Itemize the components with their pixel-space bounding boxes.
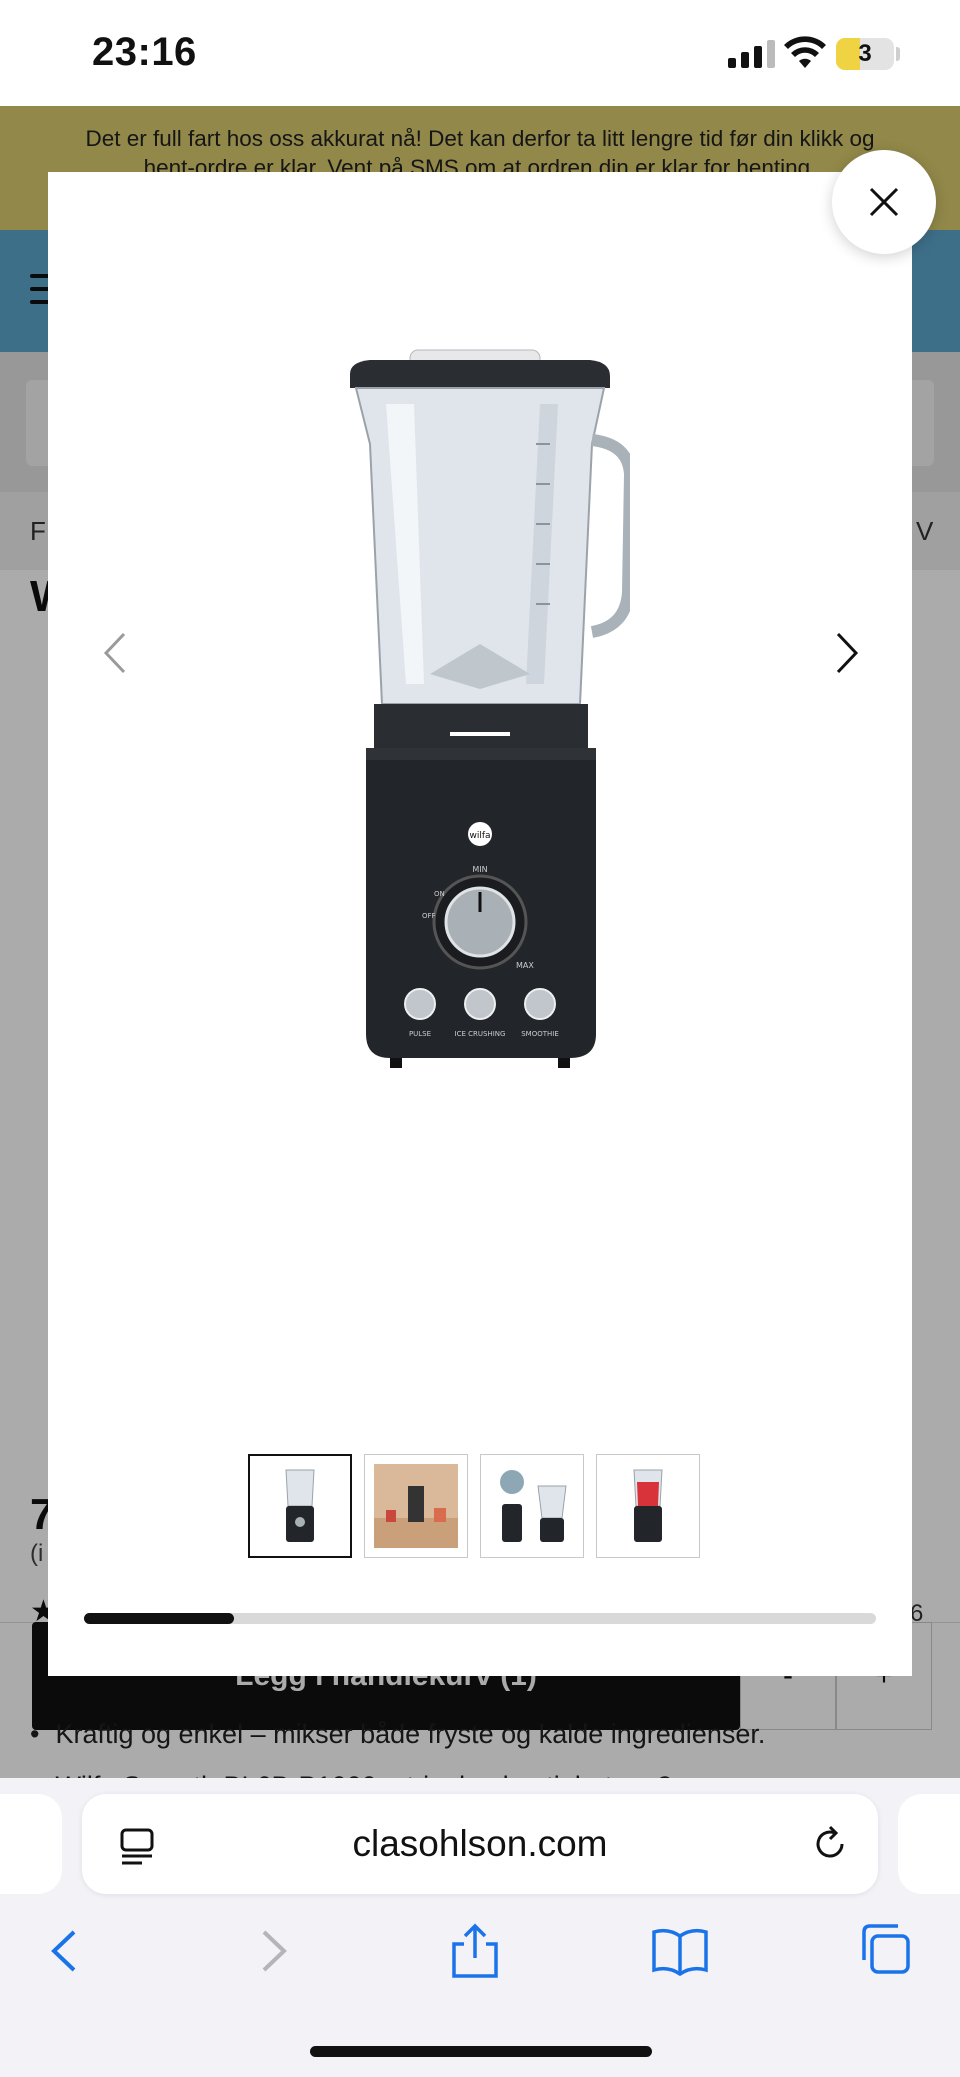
- brand-logo: wilfa: [469, 831, 490, 841]
- svg-text:MAX: MAX: [516, 961, 534, 970]
- reload-icon[interactable]: [810, 1824, 850, 1864]
- gallery-progress: [84, 1613, 876, 1624]
- forward-icon[interactable]: [254, 1926, 294, 1976]
- previous-tab-peek[interactable]: [0, 1794, 62, 1894]
- thumbnail-strip: [248, 1454, 700, 1558]
- next-tab-peek[interactable]: [898, 1794, 960, 1894]
- blender-front-thumb[interactable]: [248, 1454, 352, 1558]
- address-bar[interactable]: clasohlson.com: [82, 1794, 878, 1894]
- chevron-left-icon[interactable]: [96, 628, 136, 678]
- svg-text:PULSE: PULSE: [409, 1030, 431, 1038]
- svg-text:ON: ON: [434, 890, 445, 898]
- svg-text:SMOOTHIE: SMOOTHIE: [521, 1030, 559, 1038]
- signal-icon: [728, 40, 775, 68]
- bookmarks-icon[interactable]: [650, 1926, 710, 1976]
- url-text: clasohlson.com: [352, 1823, 608, 1864]
- chevron-right-icon[interactable]: [826, 628, 866, 678]
- gallery-progress-fill: [84, 1613, 235, 1624]
- battery-icon: 3: [836, 38, 894, 70]
- home-indicator: [310, 2046, 652, 2057]
- battery-level: 3: [858, 40, 872, 67]
- close-button[interactable]: [832, 150, 936, 254]
- back-icon[interactable]: [44, 1926, 84, 1976]
- tabs-icon[interactable]: [858, 1922, 912, 1976]
- svg-text:ICE CRUSHING: ICE CRUSHING: [455, 1030, 506, 1038]
- share-icon[interactable]: [450, 1922, 500, 1980]
- blender-parts-thumb[interactable]: [480, 1454, 584, 1558]
- svg-text:MIN: MIN: [472, 865, 487, 874]
- wifi-icon: [784, 36, 826, 68]
- status-bar: 23:16 3: [0, 0, 960, 106]
- close-icon: [869, 187, 899, 217]
- svg-text:OFF: OFF: [422, 912, 436, 920]
- status-time: 23:16: [92, 30, 197, 74]
- kitchen-scene-thumb[interactable]: [364, 1454, 468, 1558]
- product-image: wilfa MIN MAX OFF ON PULSE ICE CRUSHING …: [350, 349, 630, 1068]
- blender-red-smoothie-thumb[interactable]: [596, 1454, 700, 1558]
